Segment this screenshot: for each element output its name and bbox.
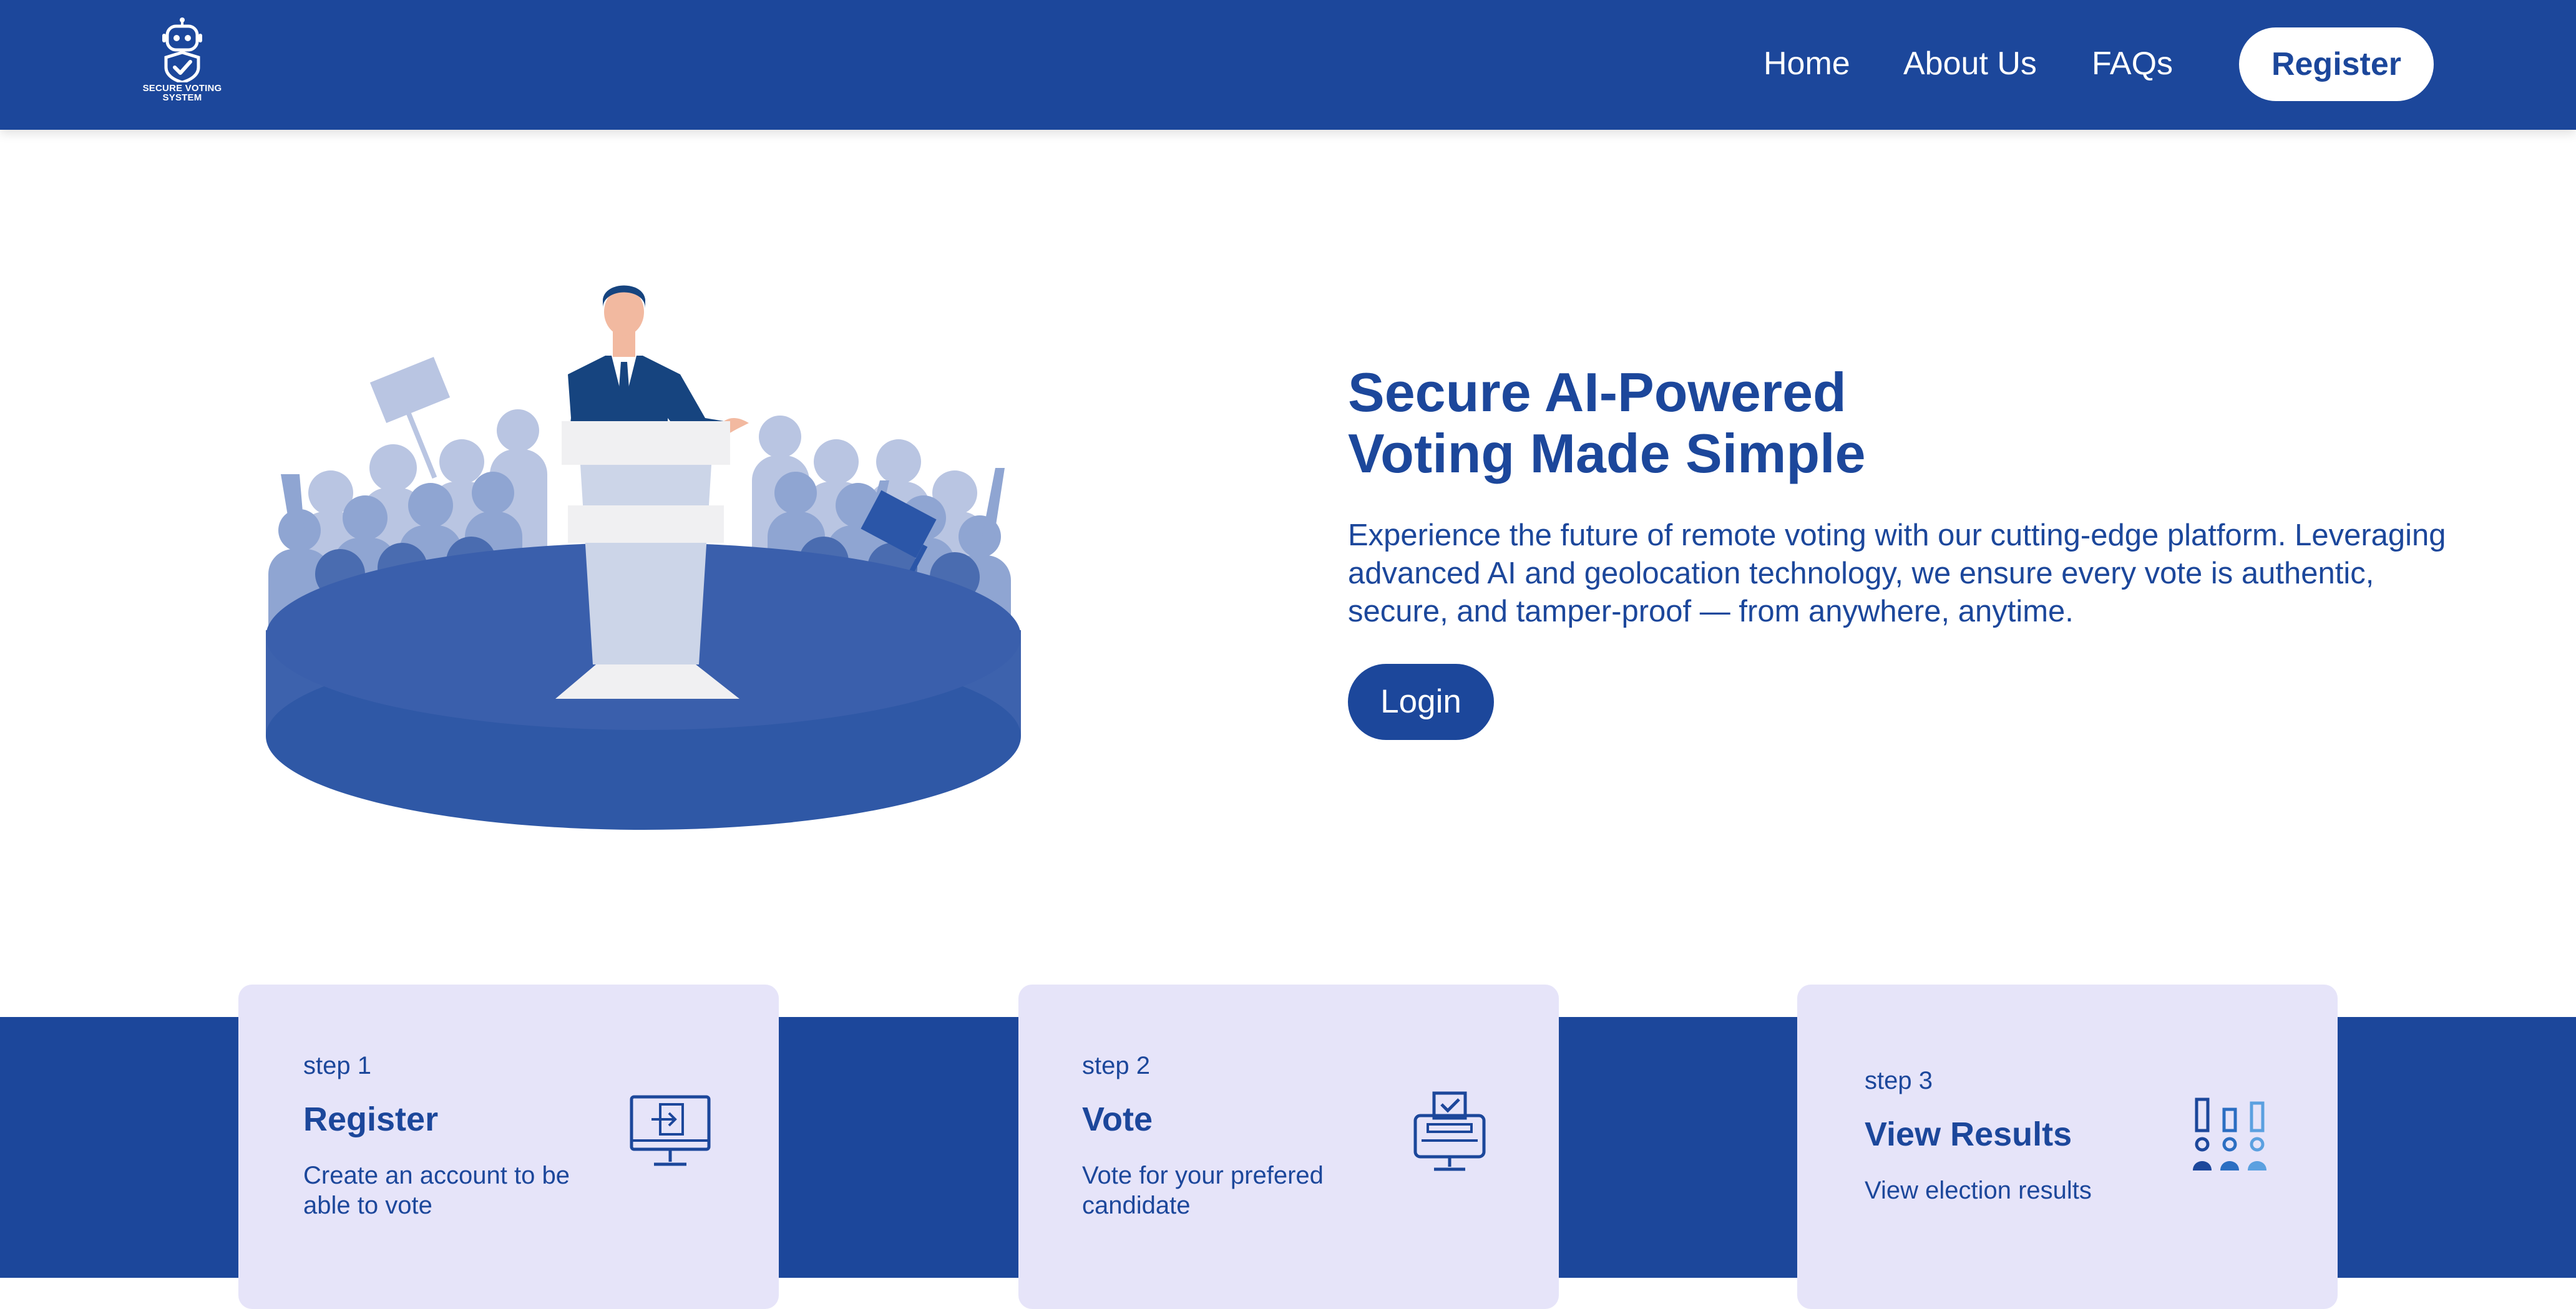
step-card-register[interactable]: step 1 Register Create an account to be … — [238, 985, 779, 1309]
ballot-box-computer-icon — [1413, 1091, 1486, 1171]
nav-link-home[interactable]: Home — [1764, 42, 1850, 85]
hero-title: Secure AI-Powered Voting Made Simple — [1348, 362, 2284, 484]
hero-description: Experience the future of remote voting w… — [1348, 518, 2446, 628]
step-title: View Results — [1865, 1116, 2072, 1153]
step-card-vote[interactable]: step 2 Vote Vote for your prefered candi… — [1018, 985, 1559, 1309]
hero-title-line-1: Secure AI-Powered — [1348, 361, 1847, 423]
nav-link-faqs[interactable]: FAQs — [2092, 42, 2173, 85]
brand-logo[interactable]: SECURE VOTING SYSTEM — [139, 17, 226, 111]
login-button[interactable]: Login — [1348, 664, 1494, 740]
step-card-view-results[interactable]: step 3 View Results View election result… — [1797, 985, 2338, 1309]
brand-text: SECURE VOTING SYSTEM — [142, 83, 222, 103]
nav-link-about-us[interactable]: About Us — [1903, 42, 2037, 85]
step-label: step 1 — [303, 1052, 371, 1079]
robot-shield-check-icon — [162, 17, 202, 82]
step-label: step 2 — [1082, 1052, 1150, 1079]
hero-title-line-2: Voting Made Simple — [1348, 422, 1866, 484]
monitor-login-icon — [630, 1095, 711, 1166]
step-description: View election results — [1865, 1177, 2092, 1204]
step-label: step 3 — [1865, 1067, 1933, 1094]
step-description: Vote for your prefered candidate — [1082, 1162, 1324, 1219]
register-button[interactable]: Register — [2239, 27, 2434, 101]
step-title: Register — [303, 1101, 439, 1138]
speaker-at-podium-crowd-illustration — [231, 256, 1055, 836]
bar-chart-people-icon — [2193, 1097, 2266, 1170]
step-title: Vote — [1082, 1101, 1153, 1138]
top-navbar: SECURE VOTING SYSTEM Home About Us FAQs … — [0, 0, 2576, 130]
step-description: Create an account to be able to vote — [303, 1162, 570, 1219]
